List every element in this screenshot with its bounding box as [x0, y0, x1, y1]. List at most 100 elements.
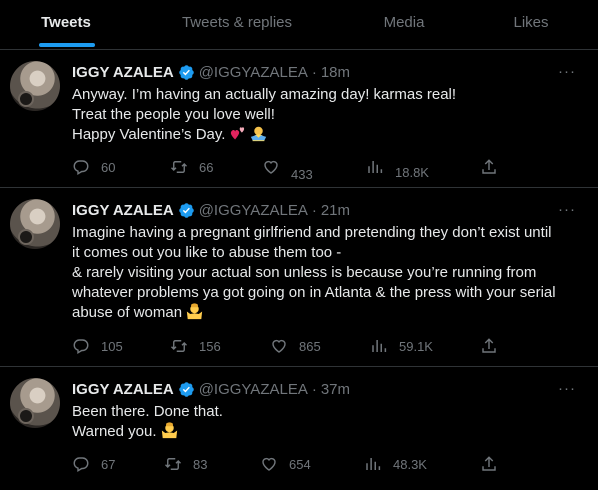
- tweet[interactable]: IGGY AZALEA @IGGYAZALEA · 18m ··· Anyway…: [0, 50, 598, 188]
- tab-tweets-replies[interactable]: Tweets & replies: [130, 0, 345, 49]
- tweet-actions: 67 83 654 48.3K: [72, 455, 512, 475]
- tweet[interactable]: IGGY AZALEA @IGGYAZALEA · 37m ··· Been t…: [0, 367, 598, 490]
- share-button[interactable]: [480, 337, 498, 355]
- avatar[interactable]: [10, 199, 60, 249]
- display-name[interactable]: IGGY AZALEA: [72, 381, 174, 398]
- display-name[interactable]: IGGY AZALEA: [72, 64, 174, 81]
- views-chart-icon: [368, 161, 383, 173]
- reply-icon: [73, 160, 89, 176]
- tweet-line: Treat the people you love well!: [72, 106, 275, 123]
- person-gesturing-emoji-icon: [250, 126, 266, 142]
- tweet-line-text: Happy Valentine’s Day.: [72, 126, 226, 143]
- separator-dot: ·: [311, 64, 317, 81]
- timestamp[interactable]: 18m: [321, 64, 350, 81]
- handle[interactable]: @IGGYAZALEA: [199, 202, 308, 219]
- retweet-button[interactable]: 83: [164, 455, 207, 473]
- share-icon: [482, 159, 496, 174]
- views-button[interactable]: 59.1K: [370, 337, 433, 355]
- retweet-icon: [170, 340, 188, 352]
- tweet-line: it comes out you like to abuse them too …: [72, 244, 342, 261]
- reply-count: 105: [101, 338, 123, 354]
- tweet-line: Been there. Done that.: [72, 403, 223, 420]
- retweet-button[interactable]: 66: [170, 158, 213, 176]
- tab-label: Likes: [513, 14, 549, 31]
- view-count: 18.8K: [395, 164, 429, 180]
- tweet-text: Been there. Done that. Warned you.: [72, 402, 584, 442]
- tweet-line-text: abuse of woman: [72, 304, 183, 321]
- tweet-line: Anyway. I’m having an actually amazing d…: [72, 86, 457, 103]
- retweet-count: 66: [199, 159, 214, 175]
- reply-button[interactable]: 60: [72, 158, 115, 176]
- views-button[interactable]: 48.3K: [364, 455, 427, 473]
- avatar[interactable]: [10, 378, 60, 428]
- tab-tweets[interactable]: Tweets: [0, 0, 130, 49]
- tab-label: Tweets: [41, 14, 91, 31]
- tweet-header: IGGY AZALEA @IGGYAZALEA · 18m: [72, 64, 350, 81]
- more-options-icon[interactable]: ···: [558, 63, 576, 80]
- like-count: 865: [299, 338, 321, 354]
- tab-label: Tweets & replies: [181, 14, 293, 31]
- person-shrugging-emoji-icon: [161, 422, 177, 439]
- avatar[interactable]: [10, 61, 60, 111]
- handle[interactable]: @IGGYAZALEA: [199, 381, 308, 398]
- tweet-line-with-emoji: abuse of woman: [72, 303, 584, 323]
- separator-dot: ·: [311, 202, 317, 219]
- retweet-icon: [170, 161, 188, 173]
- like-count: 433: [291, 166, 313, 182]
- view-count: 59.1K: [399, 338, 433, 354]
- reply-button[interactable]: 105: [72, 337, 123, 355]
- share-button[interactable]: [480, 158, 498, 176]
- heart-icon: [264, 160, 278, 174]
- timestamp[interactable]: 21m: [321, 202, 350, 219]
- reply-icon: [73, 339, 89, 355]
- tweet-actions: 60 66 433 18.8K: [72, 158, 512, 182]
- heart-icon: [272, 339, 286, 353]
- retweet-icon: [164, 458, 182, 470]
- active-tab-indicator: [39, 43, 95, 47]
- tab-label: Media: [383, 14, 425, 31]
- two-hearts-emoji-icon: [230, 127, 244, 140]
- tweet-line-with-emoji: Happy Valentine’s Day.: [72, 125, 584, 145]
- verified-badge-icon: [178, 65, 194, 80]
- person-shrugging-emoji-icon: [187, 303, 203, 320]
- handle[interactable]: @IGGYAZALEA: [199, 64, 308, 81]
- tweet-actions: 105 156 865 59.1K: [72, 337, 512, 357]
- verified-badge-icon: [178, 203, 194, 218]
- share-icon: [482, 338, 496, 353]
- retweet-button[interactable]: 156: [170, 337, 221, 355]
- tweet-text: Imagine having a pregnant girlfriend and…: [72, 223, 584, 323]
- like-button[interactable]: 433: [262, 158, 313, 182]
- tweet-header: IGGY AZALEA @IGGYAZALEA · 37m: [72, 381, 350, 398]
- heart-icon: [262, 457, 276, 471]
- retweet-count: 156: [199, 338, 221, 354]
- tab-media[interactable]: Media: [345, 0, 465, 49]
- views-button[interactable]: 18.8K: [366, 158, 429, 180]
- like-count: 654: [289, 456, 311, 472]
- reply-button[interactable]: 67: [72, 455, 115, 473]
- share-icon: [482, 456, 496, 471]
- tweet-line: & rarely visiting your actual son unless…: [72, 264, 537, 281]
- reply-count: 67: [101, 456, 116, 472]
- retweet-count: 83: [193, 456, 208, 472]
- share-button[interactable]: [480, 455, 498, 473]
- reply-icon: [73, 457, 89, 473]
- tweet-header: IGGY AZALEA @IGGYAZALEA · 21m: [72, 202, 350, 219]
- display-name[interactable]: IGGY AZALEA: [72, 202, 174, 219]
- views-chart-icon: [366, 458, 381, 470]
- tab-likes[interactable]: Likes: [465, 0, 598, 49]
- reply-count: 60: [101, 159, 116, 175]
- profile-tabs: Tweets Tweets & replies Media Likes: [0, 0, 598, 50]
- like-button[interactable]: 865: [270, 337, 321, 355]
- tweet-line: whatever problems ya got going on in Atl…: [72, 284, 556, 301]
- more-options-icon[interactable]: ···: [558, 201, 576, 218]
- more-options-icon[interactable]: ···: [558, 380, 576, 397]
- separator-dot: ·: [311, 381, 317, 398]
- tweet-text: Anyway. I’m having an actually amazing d…: [72, 85, 584, 145]
- views-chart-icon: [372, 340, 387, 352]
- like-button[interactable]: 654: [260, 455, 311, 473]
- verified-badge-icon: [178, 382, 194, 397]
- tweet[interactable]: IGGY AZALEA @IGGYAZALEA · 21m ··· Imagin…: [0, 188, 598, 367]
- tweet-line-text: Warned you.: [72, 423, 157, 440]
- tweet-line-with-emoji: Warned you.: [72, 422, 584, 442]
- timestamp[interactable]: 37m: [321, 381, 350, 398]
